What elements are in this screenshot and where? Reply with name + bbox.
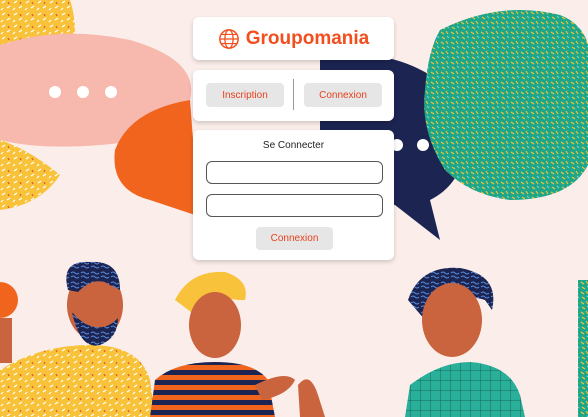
nav-divider	[293, 79, 294, 110]
password-field[interactable]	[206, 194, 383, 217]
signup-tab-button[interactable]: Inscription	[206, 83, 284, 107]
logo-card: Groupomania	[193, 17, 394, 60]
brand-name: Groupomania	[245, 27, 370, 49]
login-form-title: Se Connecter	[262, 140, 325, 151]
login-submit-button[interactable]: Connexion	[256, 227, 333, 250]
email-field[interactable]	[206, 161, 383, 184]
globe-icon	[218, 28, 239, 49]
login-form-card: Se Connecter Connexion	[193, 130, 394, 260]
login-tab-button[interactable]: Connexion	[304, 83, 382, 107]
auth-nav-card: Inscription Connexion	[193, 70, 394, 121]
